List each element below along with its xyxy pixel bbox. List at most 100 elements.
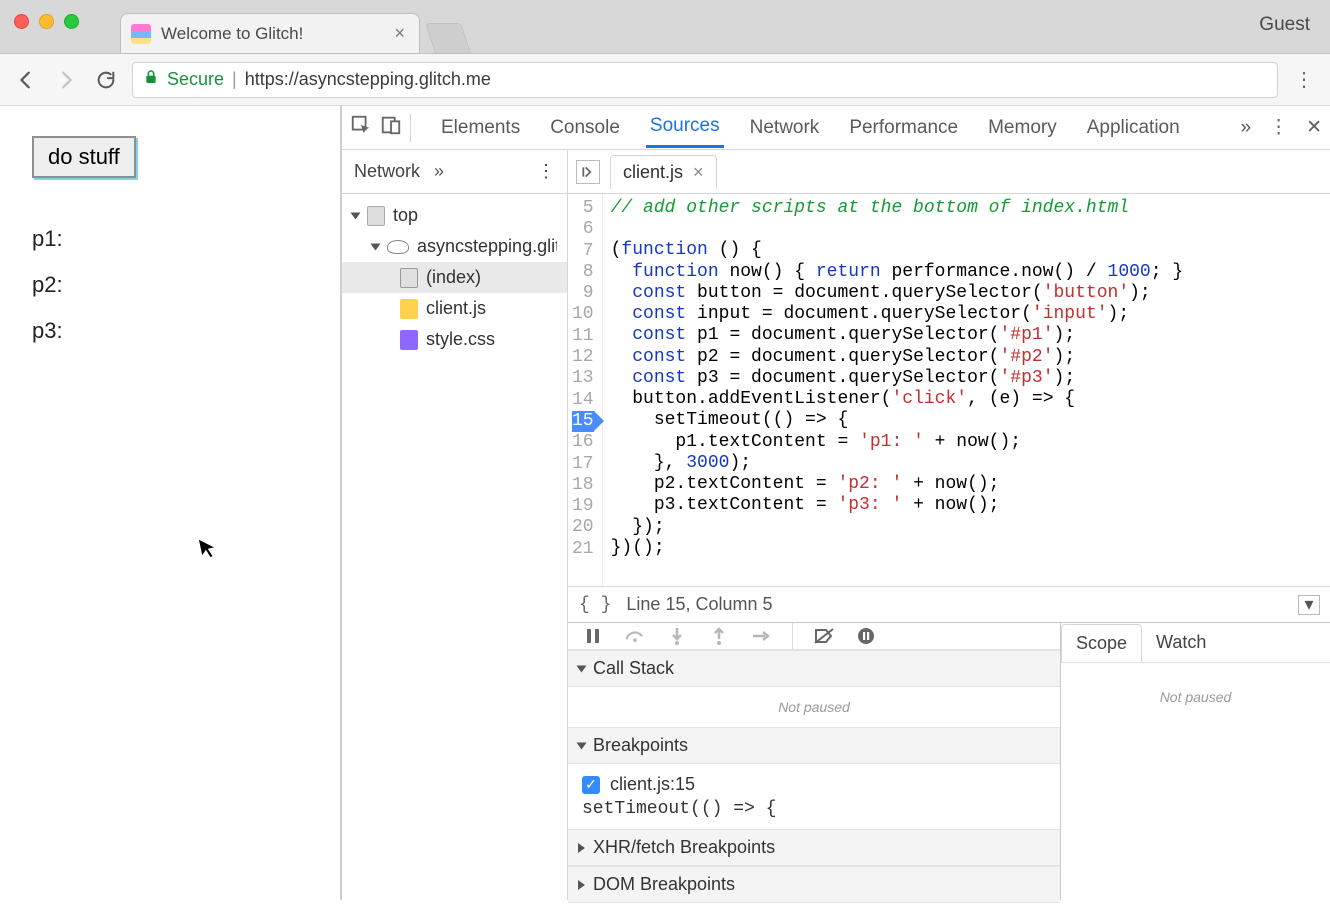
tab-scope[interactable]: Scope xyxy=(1061,624,1142,662)
editor-tab-client-js[interactable]: client.js × xyxy=(610,155,717,189)
separator xyxy=(792,623,793,649)
pause-on-exceptions-icon[interactable] xyxy=(855,625,877,647)
browser-menu-icon[interactable]: ⋮ xyxy=(1290,67,1318,92)
close-icon[interactable] xyxy=(14,14,29,29)
cloud-icon xyxy=(387,240,409,254)
checkbox-checked-icon[interactable]: ✓ xyxy=(582,776,600,794)
devtools-close-icon[interactable]: ✕ xyxy=(1306,116,1322,139)
tab-watch[interactable]: Watch xyxy=(1142,624,1220,661)
pretty-print-icon[interactable]: { } xyxy=(578,594,612,616)
inspect-element-icon[interactable] xyxy=(350,114,372,142)
navigator-selector[interactable]: Network xyxy=(354,161,420,182)
step-out-icon[interactable] xyxy=(708,625,730,647)
call-stack-header[interactable]: Call Stack xyxy=(568,650,1060,687)
editor-column: client.js × 5678910111213141516171819202… xyxy=(568,150,1330,900)
tab-elements[interactable]: Elements xyxy=(437,109,524,147)
device-toolbar-icon[interactable] xyxy=(380,114,402,142)
tab-performance[interactable]: Performance xyxy=(845,109,962,147)
tab-application[interactable]: Application xyxy=(1083,109,1184,147)
window-icon xyxy=(367,206,385,226)
tab-title: Welcome to Glitch! xyxy=(161,24,384,44)
call-stack-body: Not paused xyxy=(568,687,1060,727)
breakpoint-item[interactable]: ✓ client.js:15 xyxy=(582,774,1046,795)
devtools-menu-icon[interactable]: ⋮ xyxy=(1269,116,1288,139)
content-split: do stuff p1: p2: p3: Elements Console So… xyxy=(0,106,1330,900)
chevron-down-icon xyxy=(577,665,587,672)
glitch-favicon-icon xyxy=(131,24,151,44)
code-editor[interactable]: 56789101112131415161718192021 // add oth… xyxy=(568,194,1330,586)
navigator-header: Network » ⋮ xyxy=(342,150,567,194)
do-stuff-button[interactable]: do stuff xyxy=(32,136,136,178)
breakpoints-header[interactable]: Breakpoints xyxy=(568,727,1060,764)
file-client-js[interactable]: client.js xyxy=(342,293,567,324)
css-file-icon xyxy=(400,330,418,350)
step-icon[interactable] xyxy=(750,625,772,647)
devtools-tabs: Elements Console Sources Network Perform… xyxy=(342,106,1330,150)
line-gutter[interactable]: 56789101112131415161718192021 xyxy=(568,194,603,586)
navigator-menu-icon[interactable]: ⋮ xyxy=(537,161,555,182)
debugger-pane: Call Stack Not paused Breakpoints ✓ clie… xyxy=(568,622,1330,900)
document-icon xyxy=(400,268,418,288)
scope-watch-tabs: Scope Watch xyxy=(1061,623,1330,663)
chevron-down-icon xyxy=(577,742,587,749)
editor-tabs: client.js × xyxy=(568,150,1330,194)
url-text: https://asyncstepping.glitch.me xyxy=(245,69,491,90)
minimize-icon[interactable] xyxy=(39,14,54,29)
cursor-position: Line 15, Column 5 xyxy=(626,594,772,615)
devtools-panel: Elements Console Sources Network Perform… xyxy=(342,106,1330,900)
debugger-right: Scope Watch Not paused xyxy=(1061,623,1330,900)
file-tree: top asyncstepping.glitch.me (index) clie… xyxy=(342,194,567,361)
deactivate-breakpoints-icon[interactable] xyxy=(813,625,835,647)
scope-body: Not paused xyxy=(1061,677,1330,717)
editor-statusbar: { } Line 15, Column 5 ▾ xyxy=(568,586,1330,622)
tree-top[interactable]: top xyxy=(342,200,567,231)
window-titlebar: Welcome to Glitch! × Guest xyxy=(0,0,1330,54)
breakpoints-body: ✓ client.js:15 setTimeout(() => { xyxy=(568,764,1060,829)
p2-text: p2: xyxy=(32,272,308,298)
debugger-controls xyxy=(568,623,1060,650)
secure-label: Secure xyxy=(167,69,224,90)
page-viewport: do stuff p1: p2: p3: xyxy=(0,106,342,900)
tab-memory[interactable]: Memory xyxy=(984,109,1061,147)
browser-tabstrip: Welcome to Glitch! × xyxy=(120,0,466,53)
lock-icon xyxy=(143,68,159,91)
browser-toolbar: Secure | https://asyncstepping.glitch.me… xyxy=(0,54,1330,106)
reload-button[interactable] xyxy=(92,66,120,94)
browser-tab[interactable]: Welcome to Glitch! × xyxy=(120,13,420,53)
tab-console[interactable]: Console xyxy=(546,109,624,147)
p1-text: p1: xyxy=(32,226,308,252)
code-content[interactable]: // add other scripts at the bottom of in… xyxy=(603,194,1192,586)
forward-button[interactable] xyxy=(52,66,80,94)
url-separator: | xyxy=(232,69,237,90)
dom-breakpoints-header[interactable]: DOM Breakpoints xyxy=(568,866,1060,903)
file-index[interactable]: (index) xyxy=(342,262,567,293)
tree-domain[interactable]: asyncstepping.glitch.me xyxy=(342,231,567,262)
close-file-icon[interactable]: × xyxy=(693,162,704,183)
address-bar[interactable]: Secure | https://asyncstepping.glitch.me xyxy=(132,62,1278,98)
tabs-overflow-icon[interactable]: » xyxy=(1241,117,1252,139)
coverage-toggle-icon[interactable]: ▾ xyxy=(1298,595,1320,615)
window-controls xyxy=(14,14,79,29)
xhr-breakpoints-header[interactable]: XHR/fetch Breakpoints xyxy=(568,829,1060,866)
close-tab-icon[interactable]: × xyxy=(394,23,405,44)
mouse-cursor-icon xyxy=(197,534,221,567)
js-file-icon xyxy=(400,299,418,319)
step-over-icon[interactable] xyxy=(624,625,646,647)
tab-sources[interactable]: Sources xyxy=(646,107,724,148)
sources-body: Network » ⋮ top asyncstepping.glitch.me xyxy=(342,150,1330,900)
editor-nav-icon[interactable] xyxy=(576,160,600,184)
navigator-overflow-icon[interactable]: » xyxy=(434,161,444,182)
p3-text: p3: xyxy=(32,318,308,344)
step-into-icon[interactable] xyxy=(666,625,688,647)
chevron-right-icon xyxy=(578,880,585,890)
chevron-right-icon xyxy=(578,843,585,853)
maximize-icon[interactable] xyxy=(64,14,79,29)
back-button[interactable] xyxy=(12,66,40,94)
chevron-down-icon xyxy=(371,243,381,250)
profile-label[interactable]: Guest xyxy=(1259,14,1310,36)
sources-navigator: Network » ⋮ top asyncstepping.glitch.me xyxy=(342,150,568,900)
pause-icon[interactable] xyxy=(582,625,604,647)
new-tab-button[interactable] xyxy=(425,23,471,53)
file-style-css[interactable]: style.css xyxy=(342,324,567,355)
tab-network[interactable]: Network xyxy=(746,109,824,147)
